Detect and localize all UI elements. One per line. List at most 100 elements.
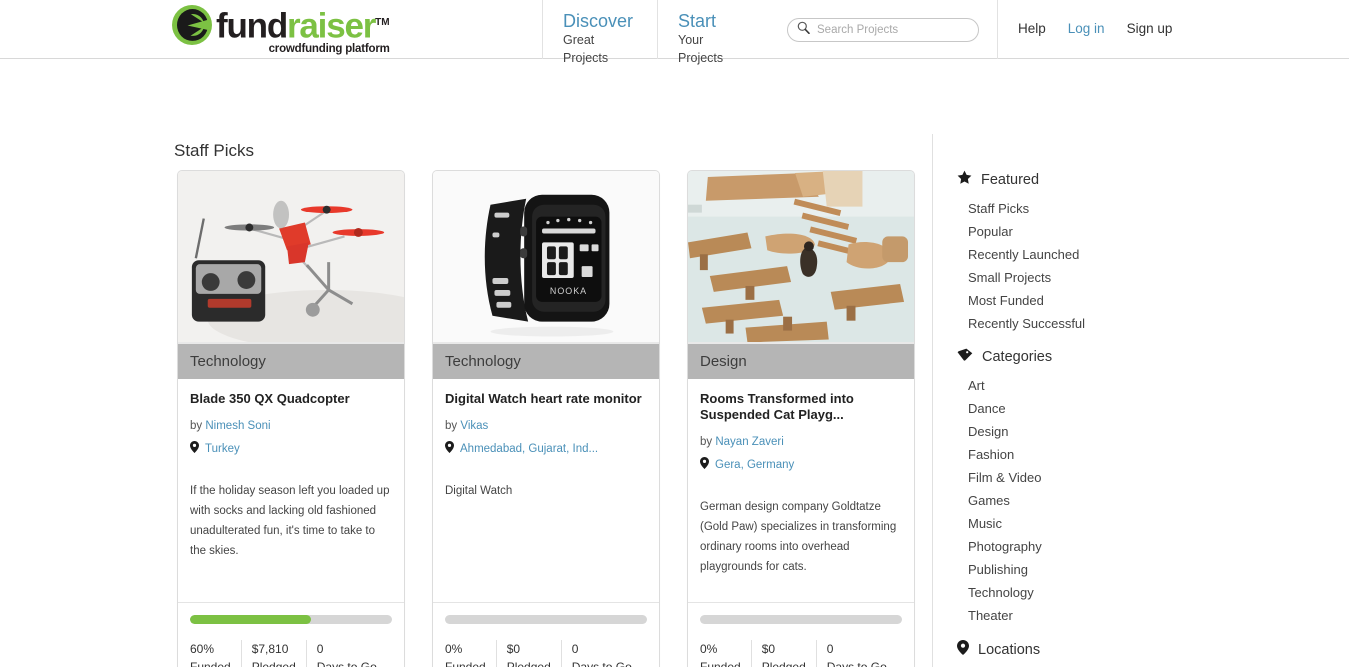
project-card[interactable]: Design Rooms Transformed into Suspended … (687, 170, 915, 667)
progress-bar-fill (190, 615, 312, 624)
sidebar-item-technology[interactable]: Technology (968, 581, 1187, 604)
help-link[interactable]: Help (1018, 21, 1046, 36)
card-location-label: Gera, Germany (715, 458, 795, 471)
sidebar-group-locations: Locations Ikembara, Nigeria Kent, UK (957, 640, 1187, 667)
location-pin-icon (700, 457, 709, 472)
sidebar-item-most-funded[interactable]: Most Funded (968, 289, 1187, 312)
sidebar-heading-featured: Featured (957, 170, 1187, 189)
card-author-line: by Vikas (445, 420, 647, 432)
card-title[interactable]: Digital Watch heart rate monitor (445, 391, 647, 407)
stat-pledged: $0 Pledged (750, 640, 816, 667)
stat-funded-label: Funded (445, 660, 486, 667)
tag-icon (957, 348, 973, 366)
logo-text-fund: fund (216, 6, 288, 46)
sidebar-group-featured: Featured Staff Picks Popular Recently La… (957, 170, 1187, 335)
digital-watch-photo: NOOKA (433, 171, 659, 344)
nav-item-start[interactable]: Start Your Projects (657, 0, 770, 65)
stat-pledged-label: Pledged (761, 660, 806, 667)
project-card[interactable]: Technology Blade 350 QX Quadcopter by Ni… (177, 170, 405, 667)
sidebar-item-recently-launched[interactable]: Recently Launched (968, 243, 1187, 266)
site-logo[interactable]: fundraiserTM crowdfunding platform (172, 3, 390, 55)
sidebar-item-photography[interactable]: Photography (968, 535, 1187, 558)
stat-days: 0 Days to Go (815, 640, 897, 667)
sidebar-heading-categories-label: Categories (982, 349, 1053, 365)
logo-trademark: TM (375, 17, 390, 28)
logo-wordmark: fundraiserTM (216, 3, 390, 47)
search-input[interactable] (815, 23, 965, 37)
stat-days-value: 0 (826, 642, 834, 656)
stat-days-label: Days to Go (571, 660, 632, 667)
login-link[interactable]: Log in (1068, 21, 1105, 36)
sidebar-heading-locations-label: Locations (978, 641, 1041, 658)
signup-link[interactable]: Sign up (1127, 21, 1173, 36)
card-body: Digital Watch heart rate monitor by Vika… (433, 379, 659, 602)
stat-funded-value: 60% (190, 642, 215, 656)
card-stats: 0% Funded $0 Pledged 0 Days to Go (445, 640, 647, 667)
card-location[interactable]: Gera, Germany (700, 457, 902, 472)
card-location[interactable]: Turkey (190, 441, 392, 456)
stat-days-label: Days to Go (826, 660, 887, 667)
page-title: Staff Picks (174, 141, 254, 160)
stat-funded-label: Funded (190, 660, 231, 667)
location-pin-icon (190, 441, 199, 456)
location-pin-icon (957, 640, 969, 659)
location-pin-icon (445, 441, 454, 456)
by-prefix: by (700, 436, 713, 448)
sidebar-items-featured: Staff Picks Popular Recently Launched Sm… (957, 197, 1187, 335)
sidebar-item-theater[interactable]: Theater (968, 604, 1187, 627)
card-author-link[interactable]: Vikas (460, 420, 488, 432)
sidebar-heading-featured-label: Featured (981, 171, 1040, 188)
card-description: Digital Watch (445, 485, 513, 497)
sidebar-item-games[interactable]: Games (968, 489, 1187, 512)
sidebar-item-music[interactable]: Music (968, 512, 1187, 535)
card-category: Technology (433, 344, 659, 379)
quadcopter-photo (178, 171, 404, 344)
card-footer: 60% Funded $7,810 Pledged 0 Days to Go (178, 602, 404, 667)
stat-funded: 0% Funded (445, 640, 496, 667)
card-description: If the holiday season left you loaded up… (190, 485, 390, 557)
card-author-line: by Nimesh Soni (190, 420, 392, 432)
page-body: Staff Picks Technology Blade 350 QX Quad… (0, 59, 1349, 667)
card-title[interactable]: Blade 350 QX Quadcopter (190, 391, 392, 407)
sidebar-item-staff-picks[interactable]: Staff Picks (968, 197, 1187, 220)
card-author-link[interactable]: Nayan Zaveri (715, 436, 783, 448)
stat-funded-value: 0% (700, 642, 718, 656)
stat-funded: 0% Funded (700, 640, 751, 667)
sidebar-item-fashion[interactable]: Fashion (968, 443, 1187, 466)
stat-funded-label: Funded (700, 660, 741, 667)
card-author-link[interactable]: Nimesh Soni (205, 420, 270, 432)
card-body: Rooms Transformed into Suspended Cat Pla… (688, 379, 914, 602)
sidebar-item-popular[interactable]: Popular (968, 220, 1187, 243)
card-title[interactable]: Rooms Transformed into Suspended Cat Pla… (700, 391, 902, 423)
sidebar-item-film-video[interactable]: Film & Video (968, 466, 1187, 489)
card-category: Technology (178, 344, 404, 379)
search-box[interactable] (787, 18, 979, 42)
stat-pledged-value: $0 (506, 642, 521, 656)
card-category: Design (688, 344, 914, 379)
card-location[interactable]: Ahmedabad, Gujarat, Ind... (445, 441, 647, 456)
card-stats: 0% Funded $0 Pledged 0 Days to Go (700, 640, 902, 667)
progress-bar (445, 615, 647, 624)
sidebar-item-design[interactable]: Design (968, 420, 1187, 443)
sidebar-group-categories: Categories Art Dance Design Fashion Film… (957, 348, 1187, 627)
sidebar-item-recently-successful[interactable]: Recently Successful (968, 312, 1187, 335)
sidebar-item-publishing[interactable]: Publishing (968, 558, 1187, 581)
sidebar-item-dance[interactable]: Dance (968, 397, 1187, 420)
card-body: Blade 350 QX Quadcopter by Nimesh Soni T… (178, 379, 404, 602)
project-card[interactable]: NOOKA Technology Digital Watch heart rat… (432, 170, 660, 667)
cat-playground-photo (688, 171, 914, 344)
sidebar: Featured Staff Picks Popular Recently La… (957, 170, 1187, 667)
stat-funded: 60% Funded (190, 640, 241, 667)
sidebar-items-categories: Art Dance Design Fashion Film & Video Ga… (957, 374, 1187, 627)
stat-days: 0 Days to Go (305, 640, 387, 667)
sidebar-heading-categories: Categories (957, 348, 1187, 366)
nav-start-title: Start (678, 11, 717, 31)
nav-item-discover[interactable]: Discover Great Projects (542, 0, 657, 65)
sidebar-item-small-projects[interactable]: Small Projects (968, 266, 1187, 289)
card-author-line: by Nayan Zaveri (700, 436, 902, 448)
stat-pledged-label: Pledged (251, 660, 296, 667)
by-prefix: by (190, 420, 203, 432)
project-card-list: Technology Blade 350 QX Quadcopter by Ni… (177, 170, 915, 667)
stat-days: 0 Days to Go (560, 640, 642, 667)
sidebar-item-art[interactable]: Art (968, 374, 1187, 397)
